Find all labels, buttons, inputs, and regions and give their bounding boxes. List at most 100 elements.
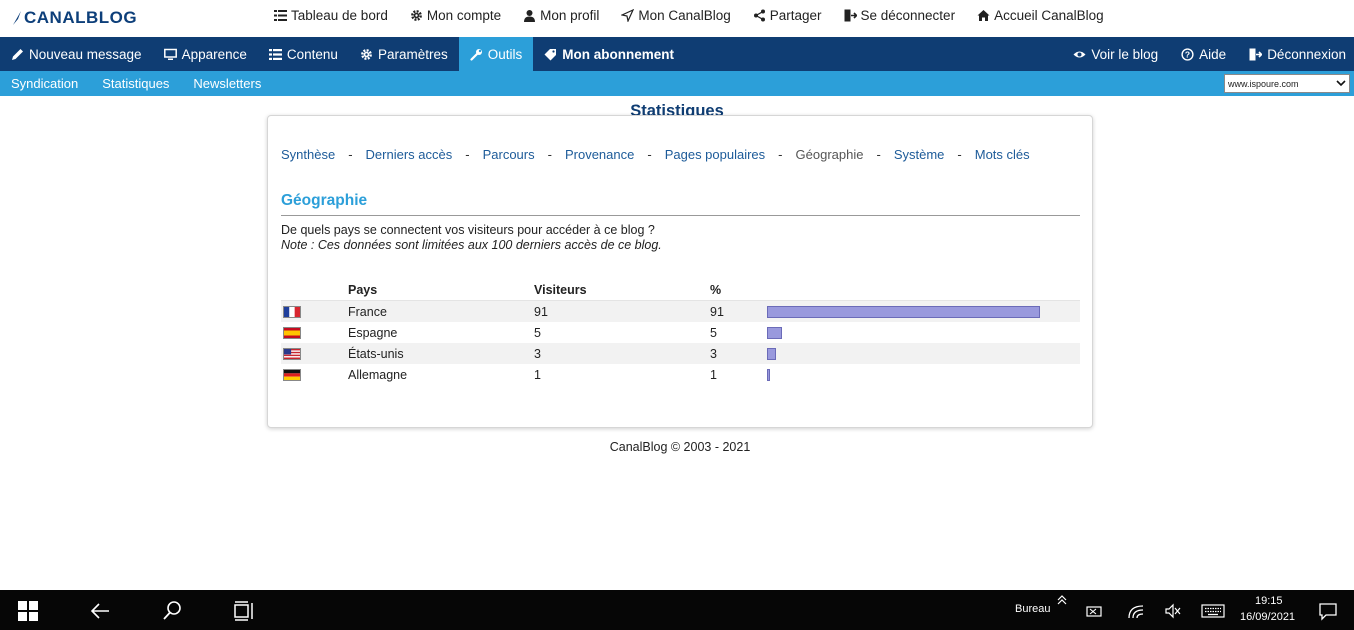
row-visiteurs: 91 <box>534 304 548 319</box>
nav-outils[interactable]: Outils <box>458 37 534 71</box>
dashboard-list-icon <box>274 9 287 22</box>
toplink-se-deconnecter[interactable]: Se déconnecter <box>844 8 955 23</box>
toplink-mon-profil[interactable]: Mon profil <box>523 8 599 23</box>
header-visiteurs: Visiteurs <box>534 283 587 297</box>
section-note: Note : Ces données sont limitées aux 100… <box>281 238 662 252</box>
paper-plane-icon <box>621 8 635 22</box>
flag-france-icon <box>283 305 301 318</box>
gear-icon <box>360 48 373 61</box>
subnav-syndication[interactable]: Syndication <box>11 76 78 91</box>
keyboard-language-icon[interactable] <box>1084 600 1106 622</box>
top-links: Tableau de bord Mon compte Mon profil Mo… <box>274 0 1126 30</box>
speaker-muted-icon[interactable] <box>1162 600 1184 622</box>
row-pct: 3 <box>710 346 717 361</box>
section-question: De quels pays se connectent vos visiteur… <box>281 223 655 237</box>
section-title: Géographie <box>281 192 368 209</box>
row-pays: États-unis <box>348 346 404 361</box>
canalblog-logo[interactable]: CANALBLOG <box>12 6 137 30</box>
stats-tab-derniers-acces[interactable]: Derniers accès <box>366 147 453 162</box>
chevron-double-up-icon[interactable] <box>1055 593 1069 607</box>
stats-tab-systeme[interactable]: Système <box>894 147 945 162</box>
eye-icon <box>1073 48 1086 61</box>
blog-select-value: www.ispoure.com <box>1228 78 1299 89</box>
header-pays: Pays <box>348 283 378 297</box>
row-bar <box>767 368 770 381</box>
row-visiteurs: 3 <box>534 346 541 361</box>
toplink-accueil-canalblog[interactable]: Accueil CanalBlog <box>977 8 1104 23</box>
logout-icon <box>1249 48 1263 61</box>
search-icon[interactable] <box>161 600 183 622</box>
row-visiteurs: 5 <box>534 325 541 340</box>
user-icon <box>523 9 536 22</box>
separator: - <box>547 147 552 162</box>
row-bar <box>767 305 1040 318</box>
row-bar <box>767 326 782 339</box>
subnav-statistiques[interactable]: Statistiques <box>102 76 169 91</box>
separator: - <box>647 147 652 162</box>
logo-text: CANALBLOG <box>24 8 138 27</box>
page-footer: CanalBlog © 2003 - 2021 <box>609 440 751 454</box>
table-row: France 91 91 <box>281 301 1080 322</box>
taskbar-date[interactable]: 16/09/2021 <box>1240 611 1295 623</box>
wrench-icon <box>470 48 483 61</box>
svg-text:?: ? <box>1185 49 1190 59</box>
nav-aide[interactable]: ? Aide <box>1166 37 1234 71</box>
nav-parametres[interactable]: Paramètres <box>349 37 459 71</box>
section-divider <box>281 215 1080 216</box>
toplink-mon-canalblog[interactable]: Mon CanalBlog <box>621 8 731 23</box>
geo-table: Pays Visiteurs % France 91 91 Espagne 5 … <box>281 280 1080 385</box>
windows-taskbar: Bureau 19:15 16/09/2021 <box>0 590 1354 630</box>
monitor-icon <box>163 48 177 61</box>
blog-select[interactable]: www.ispoure.com <box>1224 74 1350 93</box>
separator: - <box>348 147 353 162</box>
stats-tabs: Synthèse - Derniers accès - Parcours - P… <box>281 147 1030 162</box>
chevron-down-icon <box>1336 80 1346 87</box>
top-utility-bar: CANALBLOG Tableau de bord Mon compte Mon… <box>0 0 1354 37</box>
logo-quill-icon <box>13 11 21 25</box>
notification-center-icon[interactable] <box>1317 600 1339 622</box>
separator: - <box>957 147 962 162</box>
tag-icon <box>544 48 557 61</box>
stats-tab-mots-cles[interactable]: Mots clés <box>975 147 1030 162</box>
header-pct: % <box>710 283 722 297</box>
row-bar <box>767 347 776 360</box>
stats-tab-provenance[interactable]: Provenance <box>565 147 634 162</box>
toplink-mon-compte[interactable]: Mon compte <box>410 8 501 23</box>
statistics-card: Synthèse - Derniers accès - Parcours - P… <box>267 115 1093 428</box>
stats-tab-geographie: Géographie <box>795 147 864 162</box>
row-pct: 1 <box>710 367 717 382</box>
nav-nouveau-message[interactable]: Nouveau message <box>0 37 153 71</box>
stats-tab-pages-populaires[interactable]: Pages populaires <box>665 147 765 162</box>
table-row: États-unis 3 3 <box>281 343 1080 364</box>
table-row: Allemagne 1 1 <box>281 364 1080 385</box>
wifi-icon[interactable] <box>1125 600 1147 622</box>
touch-keyboard-icon[interactable] <box>1200 600 1226 622</box>
row-pays: Espagne <box>348 325 398 340</box>
task-view-icon[interactable] <box>233 600 255 622</box>
logout-icon <box>844 9 857 22</box>
taskbar-bureau[interactable]: Bureau <box>1015 603 1050 615</box>
nav-apparence[interactable]: Apparence <box>153 37 258 71</box>
nav-voir-le-blog[interactable]: Voir le blog <box>1058 37 1166 71</box>
flag-allemagne-icon <box>283 368 301 381</box>
toplink-partager[interactable]: Partager <box>753 8 822 23</box>
sub-nav: Syndication Statistiques Newsletters www… <box>0 71 1354 96</box>
stats-tab-synthese[interactable]: Synthèse <box>281 147 335 162</box>
help-icon: ? <box>1181 47 1194 61</box>
list-icon <box>268 48 282 61</box>
home-icon <box>977 9 990 22</box>
stats-tab-parcours[interactable]: Parcours <box>483 147 535 162</box>
row-pct: 91 <box>710 304 724 319</box>
taskbar-time[interactable]: 19:15 <box>1255 595 1283 607</box>
nav-contenu[interactable]: Contenu <box>258 37 349 71</box>
toplink-tableau-de-bord[interactable]: Tableau de bord <box>274 8 388 23</box>
back-arrow-icon[interactable] <box>89 600 111 622</box>
nav-deconnexion[interactable]: Déconnexion <box>1234 37 1354 71</box>
row-pays: France <box>348 304 387 319</box>
windows-start-icon[interactable] <box>17 600 39 622</box>
subnav-newsletters[interactable]: Newsletters <box>193 76 261 91</box>
gear-icon <box>410 9 423 22</box>
flag-espagne-icon <box>283 326 301 339</box>
row-pct: 5 <box>710 325 717 340</box>
nav-mon-abonnement[interactable]: Mon abonnement <box>533 37 685 71</box>
